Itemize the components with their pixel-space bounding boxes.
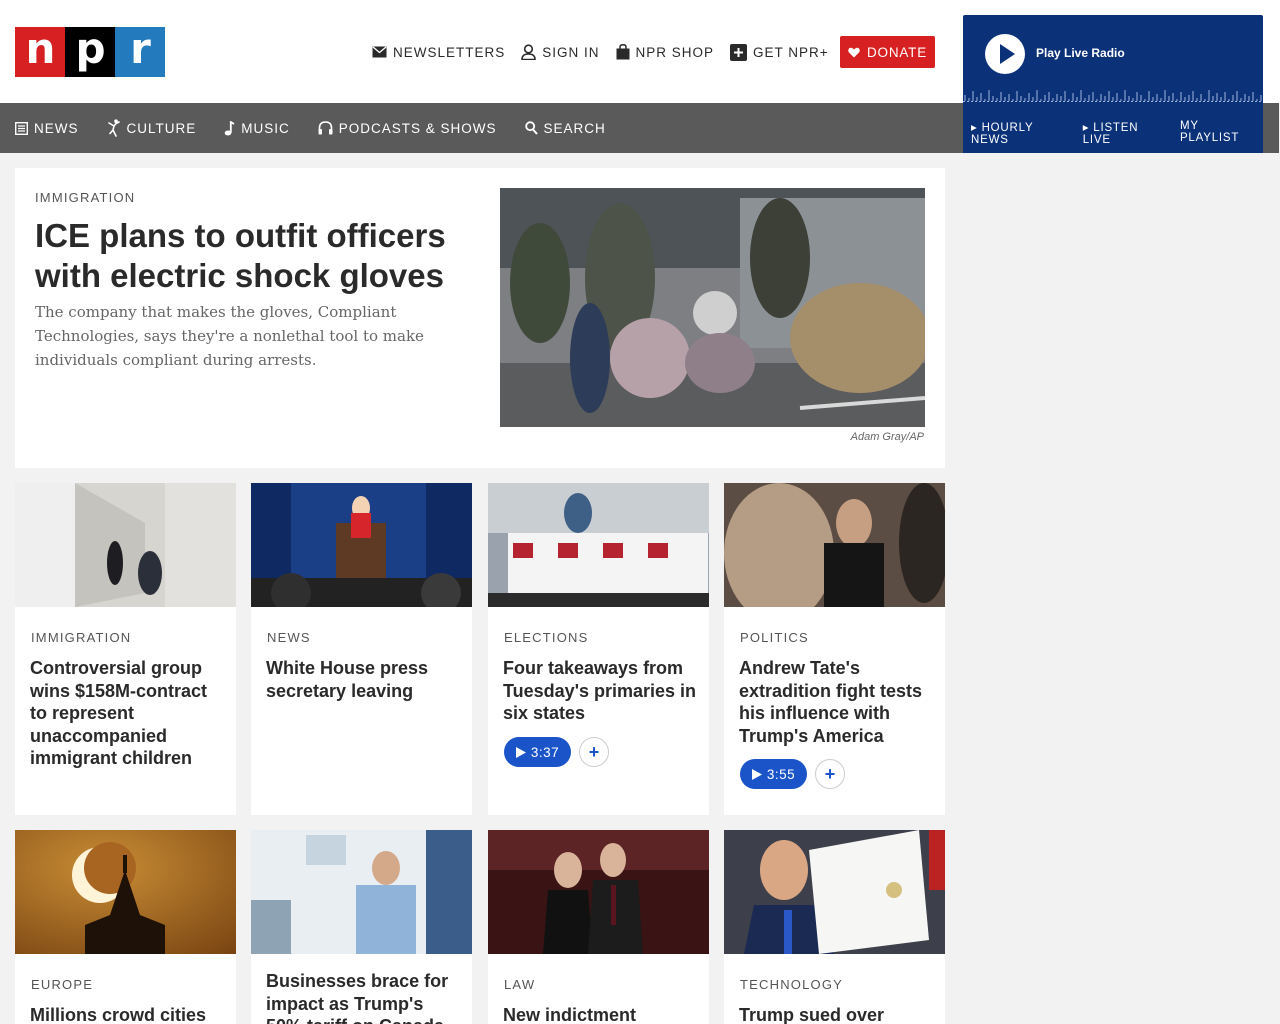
nav-podcasts-shows[interactable]: PODCASTS & SHOWS [318,121,497,136]
nav-news[interactable]: NEWS [15,121,79,136]
story-kicker[interactable]: TECHNOLOGY [740,977,843,992]
npr-shop-label: NPR SHOP [635,44,715,60]
story-headline[interactable]: Controversial group wins $158M-contract … [30,657,225,770]
shopping-bag-icon [616,44,630,60]
donate-label: DONATE [866,44,928,60]
audio-waveform [963,90,1263,102]
hero-kicker[interactable]: IMMIGRATION [35,190,135,205]
story-image[interactable] [15,483,236,607]
story-card: LAW New indictment [488,830,709,1024]
donate-button[interactable]: DONATE [840,36,935,68]
sign-in-label: SIGN IN [542,44,600,60]
hero-story: IMMIGRATION ICE plans to outfit officers… [15,168,945,468]
logo-letter-n: n [15,27,65,77]
hourly-news-link[interactable]: ▸ HOURLY NEWS [971,120,1073,146]
story-card: TECHNOLOGY Trump sued over [724,830,945,1024]
audio-controls: 3:55 + [740,759,845,789]
play-live-radio-button[interactable] [985,34,1025,74]
play-icon [515,746,526,758]
get-npr-plus-link[interactable]: GET NPR+ [730,43,829,61]
newspaper-icon [15,121,28,135]
headphones-icon [318,121,333,135]
story-kicker[interactable]: LAW [504,977,535,992]
nav-culture[interactable]: CULTURE [107,119,197,137]
add-to-playlist-button[interactable]: + [579,737,609,767]
story-card: ELECTIONS Four takeaways from Tuesday's … [488,483,709,815]
nav-search[interactable]: SEARCH [524,120,606,136]
story-card: EUROPE Millions crowd cities [15,830,236,1024]
newsletters-link[interactable]: NEWSLETTERS [372,45,505,60]
story-kicker[interactable]: POLITICS [740,630,809,645]
newsletters-label: NEWSLETTERS [393,44,506,60]
hero-image-credit: Adam Gray/AP [850,431,924,443]
story-card: Businesses brace for impact as Trump's 5… [251,830,472,1024]
story-image[interactable] [724,830,945,954]
story-card: IMMIGRATION Controversial group wins $15… [15,483,236,815]
story-headline[interactable]: Millions crowd cities [30,1004,225,1024]
listen-live-link[interactable]: ▸ LISTEN LIVE [1083,120,1170,146]
play-audio-button[interactable]: 3:37 [504,737,571,767]
my-playlist-link[interactable]: MY PLAYLIST [1180,120,1253,146]
hero-photo [500,188,925,427]
play-icon [1000,44,1015,64]
story-image[interactable] [488,483,709,607]
play-icon [751,768,762,780]
logo-letter-r: r [115,27,165,77]
envelope-icon [372,46,387,58]
player-links: ▸ HOURLY NEWS ▸ LISTEN LIVE MY PLAYLIST [971,120,1263,146]
story-kicker[interactable]: EUROPE [31,977,93,992]
plus-box-icon [730,43,748,61]
story-headline[interactable]: Businesses brace for impact as Trump's 5… [266,970,461,1024]
npr-logo[interactable]: n p r [15,27,165,77]
story-card: POLITICS Andrew Tate's extradition fight… [724,483,945,815]
story-image[interactable] [724,483,945,607]
nav-news-label: NEWS [34,120,79,136]
utility-nav: NEWSLETTERS SIGN IN NPR SHOP GET NPR+ [372,42,845,62]
audio-duration: 3:37 [530,744,560,760]
player-edge [1263,103,1279,153]
npr-shop-link[interactable]: NPR SHOP [616,44,715,60]
story-headline[interactable]: Four takeaways from Tuesday's primaries … [503,657,698,725]
story-headline[interactable]: Trump sued over [739,1004,934,1024]
story-image[interactable] [251,830,472,954]
user-icon [521,44,537,60]
hero-image[interactable] [500,188,925,427]
hero-headline[interactable]: ICE plans to outfit officers with electr… [35,216,475,296]
nav-search-label: SEARCH [543,120,606,136]
audio-duration: 3:55 [766,766,796,782]
live-radio-player: Play Live Radio ▸ HOURLY NEWS ▸ LISTEN L… [963,15,1263,153]
nav-music-label: MUSIC [241,120,290,136]
story-headline[interactable]: White House press secretary leaving [266,657,461,702]
story-headline[interactable]: New indictment [503,1004,698,1024]
music-note-icon [224,120,235,135]
story-image[interactable] [251,483,472,607]
play-audio-button[interactable]: 3:55 [740,759,807,789]
story-image[interactable] [488,830,709,954]
nav-podcasts-shows-label: PODCASTS & SHOWS [338,120,497,136]
story-kicker[interactable]: NEWS [267,630,311,645]
story-headline[interactable]: Andrew Tate's extradition fight tests hi… [739,657,934,747]
main-nav: NEWS CULTURE MUSIC PODCASTS & SHOWS SEAR… [0,103,963,153]
nav-culture-label: CULTURE [126,120,197,136]
story-image[interactable] [15,830,236,954]
hourly-news-label: HOURLY NEWS [971,122,1034,146]
audio-controls: 3:37 + [504,737,609,767]
story-card: NEWS White House press secretary leaving [251,483,472,815]
dancer-icon [107,119,120,137]
listen-live-label: LISTEN LIVE [1082,122,1139,146]
hero-teaser: The company that makes the gloves, Compl… [35,303,424,369]
sign-in-link[interactable]: SIGN IN [521,44,599,60]
nav-music[interactable]: MUSIC [224,120,290,136]
heart-icon [848,47,860,57]
story-kicker[interactable]: IMMIGRATION [31,630,131,645]
play-live-radio-label: Play Live Radio [1036,46,1125,60]
story-kicker[interactable]: ELECTIONS [504,630,588,645]
add-to-playlist-button[interactable]: + [815,759,845,789]
get-npr-plus-label: GET NPR+ [753,44,829,60]
search-icon [524,121,538,135]
logo-letter-p: p [65,27,115,77]
